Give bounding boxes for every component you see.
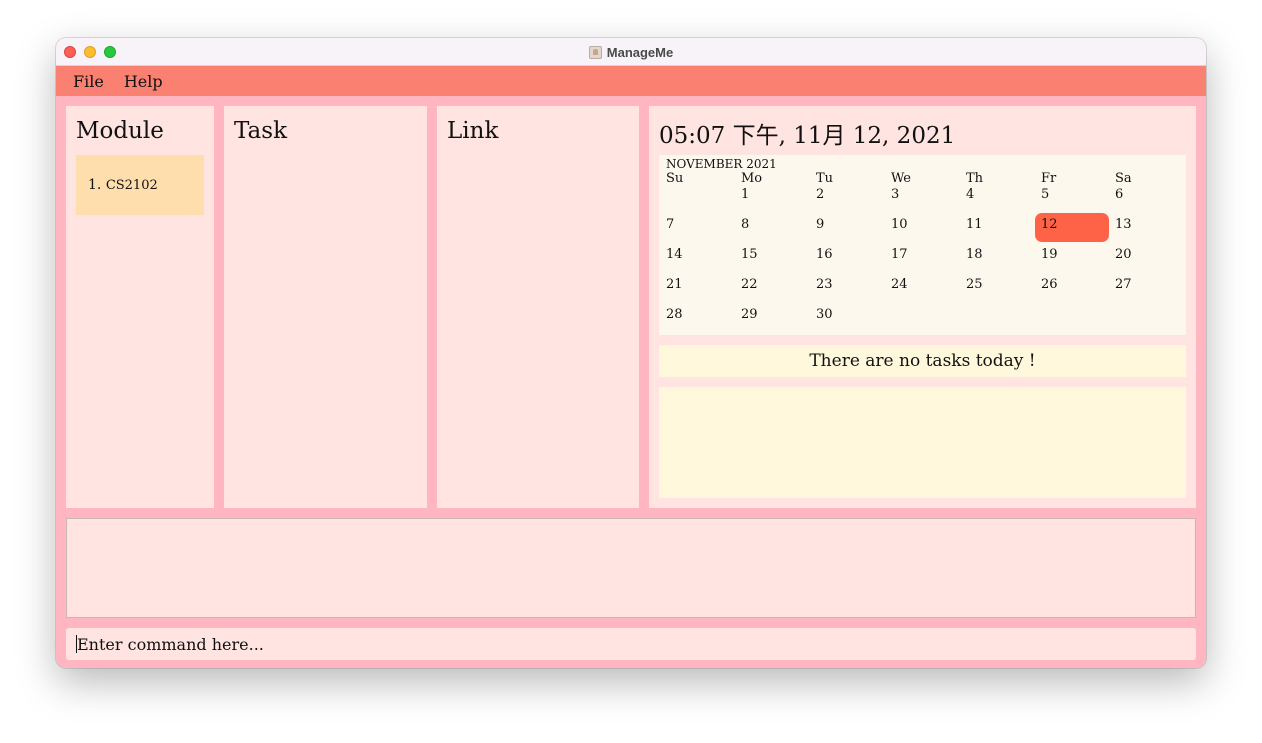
- calendar-weekday-th: Th: [966, 171, 984, 186]
- calendar-weekday-tu: Tu: [816, 171, 834, 186]
- calendar-day-1[interactable]: 1: [741, 187, 749, 202]
- calendar-day-23[interactable]: 23: [816, 277, 833, 292]
- calendar-day-28[interactable]: 28: [666, 307, 683, 322]
- menu-help[interactable]: Help: [124, 72, 163, 91]
- calendar-month-label: NOVEMBER 2021: [666, 157, 777, 171]
- calendar-day-18[interactable]: 18: [966, 247, 983, 262]
- calendar-day-30[interactable]: 30: [816, 307, 833, 322]
- calendar-panel: 05:07 下午, 11月 12, 2021 NOVEMBER 2021 Su M…: [649, 106, 1196, 508]
- calendar-weekday-we: We: [891, 171, 911, 186]
- calendar-day-8[interactable]: 8: [741, 217, 749, 232]
- calendar-day-22[interactable]: 22: [741, 277, 758, 292]
- calendar-day-4[interactable]: 4: [966, 187, 974, 202]
- link-panel-title: Link: [447, 118, 499, 144]
- calendar-day-24[interactable]: 24: [891, 277, 908, 292]
- window-title-group: ManageMe: [56, 38, 1206, 66]
- calendar-day-7[interactable]: 7: [666, 217, 674, 232]
- no-tasks-message: There are no tasks today !: [659, 345, 1186, 377]
- calendar-day-11[interactable]: 11: [966, 217, 983, 232]
- calendar-day-9[interactable]: 9: [816, 217, 824, 232]
- calendar-day-26[interactable]: 26: [1041, 277, 1058, 292]
- module-panel: Module 1. CS2102: [66, 106, 214, 508]
- calendar-weekday-fr: Fr: [1041, 171, 1057, 186]
- title-bar: ManageMe: [56, 38, 1206, 66]
- module-list-item[interactable]: 1. CS2102: [76, 155, 204, 215]
- menu-bar: File Help: [56, 66, 1206, 96]
- link-panel: Link: [437, 106, 639, 508]
- calendar-day-10[interactable]: 10: [891, 217, 908, 232]
- calendar-day-29[interactable]: 29: [741, 307, 758, 322]
- today-task-list: [659, 387, 1186, 498]
- menu-file[interactable]: File: [73, 72, 104, 91]
- calendar-day-5[interactable]: 5: [1041, 187, 1049, 202]
- calendar-day-13[interactable]: 13: [1115, 217, 1132, 232]
- calendar-day-27[interactable]: 27: [1115, 277, 1132, 292]
- command-box[interactable]: [66, 628, 1196, 660]
- calendar-day-14[interactable]: 14: [666, 247, 683, 262]
- calendar-day-12[interactable]: 12: [1041, 217, 1058, 232]
- calendar-day-3[interactable]: 3: [891, 187, 899, 202]
- module-name: CS2102: [105, 177, 158, 193]
- calendar-day-17[interactable]: 17: [891, 247, 908, 262]
- calendar-day-2[interactable]: 2: [816, 187, 824, 202]
- task-panel-title: Task: [234, 118, 288, 144]
- calendar-weekday-mo: Mo: [741, 171, 763, 186]
- result-display[interactable]: [66, 518, 1196, 618]
- app-icon: [588, 45, 602, 59]
- calendar-day-19[interactable]: 19: [1041, 247, 1058, 262]
- calendar-weekday-sa: Sa: [1115, 171, 1132, 186]
- task-panel: Task: [224, 106, 427, 508]
- module-panel-title: Module: [76, 118, 164, 144]
- calendar-weekday-su: Su: [666, 171, 684, 186]
- command-input[interactable]: [77, 634, 1177, 654]
- module-index: 1.: [88, 177, 102, 193]
- calendar-day-6[interactable]: 6: [1115, 187, 1123, 202]
- month-calendar: NOVEMBER 2021 Su Mo Tu We Th Fr Sa 1 2 3 4 5 6 7 8 9 10 1…: [659, 155, 1186, 335]
- calendar-day-20[interactable]: 20: [1115, 247, 1132, 262]
- calendar-day-21[interactable]: 21: [666, 277, 683, 292]
- window-title: ManageMe: [606, 44, 674, 60]
- calendar-day-16[interactable]: 16: [816, 247, 833, 262]
- date-time-display: 05:07 下午, 11月 12, 2021: [659, 123, 956, 149]
- app-window: ManageMe File Help Module 1. CS2102 Task…: [56, 38, 1206, 668]
- calendar-day-25[interactable]: 25: [966, 277, 983, 292]
- calendar-day-15[interactable]: 15: [741, 247, 758, 262]
